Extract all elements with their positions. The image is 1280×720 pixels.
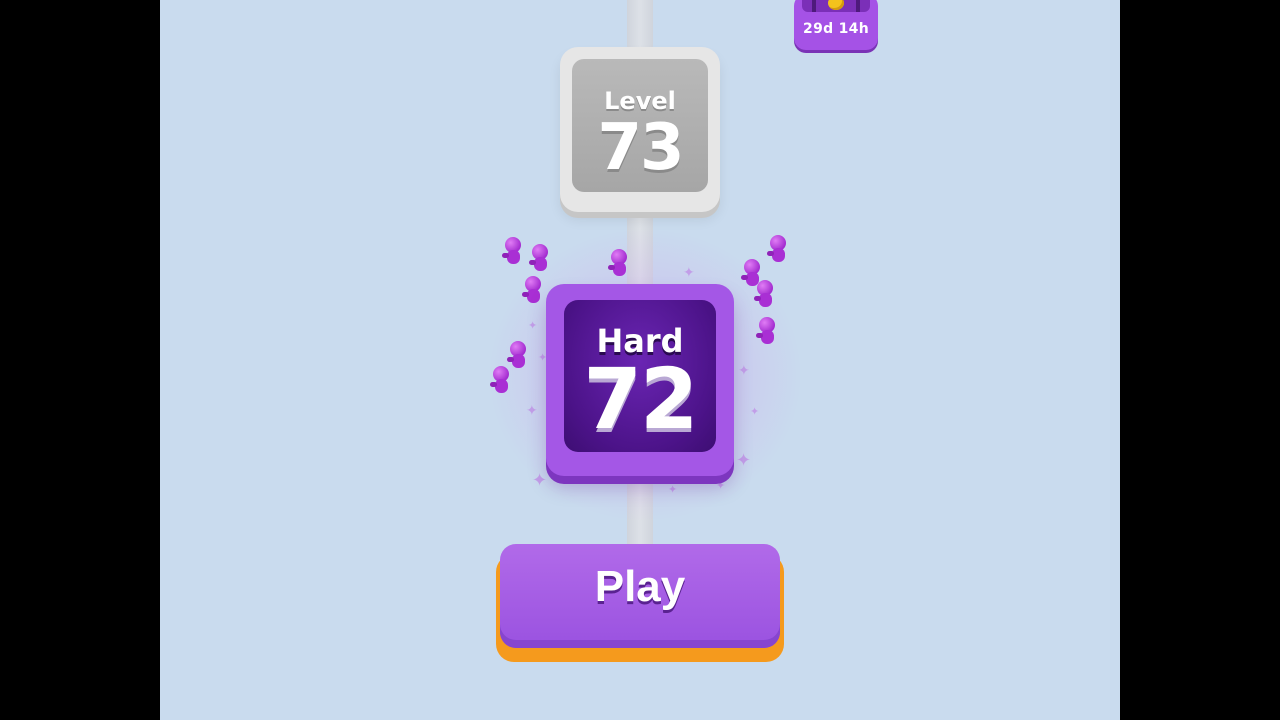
level-tile-next-number: 73 (597, 111, 684, 185)
sparkle-icon: ✦ (738, 363, 750, 379)
crowd-figure (767, 235, 789, 265)
event-badge[interactable]: 29d 14h (794, 0, 878, 50)
game-screen: 29d 14h Level 73 ✦ ✦ ✦ ✦ ✦ ✦ ✦ ✦ ✦ ✦ Har… (160, 0, 1120, 720)
crowd-figure (756, 317, 778, 347)
sparkle-icon: ✦ (668, 483, 678, 496)
event-timer: 29d 14h (803, 21, 869, 37)
crowd-figure (490, 366, 512, 396)
sparkle-icon: ✦ (528, 319, 538, 332)
level-tile-current[interactable]: Hard 72 (546, 284, 734, 476)
level-tile-current-face: Hard 72 (564, 300, 716, 452)
level-tile-next[interactable]: Level 73 (560, 47, 720, 212)
play-button-face: Play (500, 544, 780, 648)
crowd-figure (608, 249, 630, 279)
crowd-figure (529, 244, 551, 274)
crowd-figure (502, 237, 524, 267)
sparkle-icon: ✦ (683, 265, 695, 281)
sparkle-icon: ✦ (716, 479, 726, 492)
sparkle-icon: ✦ (526, 403, 538, 419)
play-button-label: Play (594, 562, 686, 611)
crowd-figure (522, 276, 544, 306)
sparkle-icon: ✦ (736, 450, 752, 471)
level-tile-current-number: 72 (583, 350, 699, 448)
crowd-figure (754, 280, 776, 310)
level-tile-next-face: Level 73 (572, 59, 708, 192)
sparkle-icon: ✦ (532, 470, 548, 491)
sparkle-icon: ✦ (750, 405, 760, 418)
play-button[interactable]: Play (496, 544, 784, 662)
